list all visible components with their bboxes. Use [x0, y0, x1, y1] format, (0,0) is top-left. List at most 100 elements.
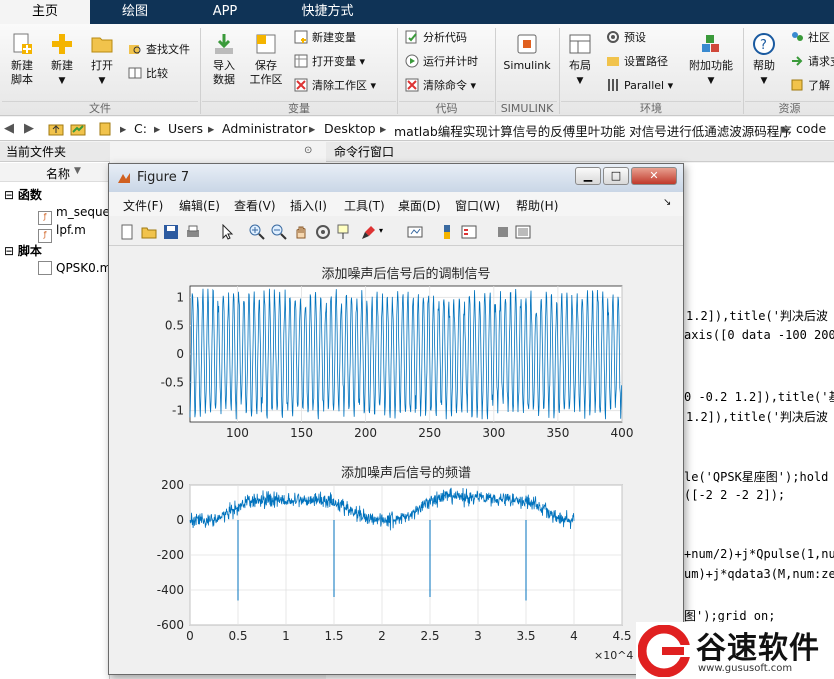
logo-mark-icon [638, 625, 694, 677]
forward-arrow-icon[interactable]: ▶ [24, 121, 34, 136]
data-cursor-icon[interactable] [337, 224, 353, 240]
import-data-button[interactable]: 导入 数据 [204, 32, 244, 87]
y-tick-label: 1 [176, 290, 184, 304]
new-figure-icon[interactable] [119, 224, 135, 240]
file-item[interactable]: ƒ m_seque [38, 205, 110, 225]
column-name[interactable]: 名称 [46, 165, 70, 182]
breadcrumb-users[interactable]: Users [168, 121, 203, 136]
minimize-button[interactable]: ▁ [575, 167, 601, 185]
menu-insert[interactable]: 插入(I) [290, 197, 327, 214]
help-button[interactable]: ? 帮助 ▼ [746, 32, 782, 88]
menu-desktop[interactable]: 桌面(D) [398, 197, 441, 214]
chart-title: 添加噪声后信号的频谱 [341, 465, 471, 481]
file-name: lpf.m [56, 223, 86, 237]
breadcrumb-desktop[interactable]: Desktop [324, 121, 376, 136]
back-arrow-icon[interactable]: ◀ [4, 121, 14, 136]
browse-folder-icon[interactable] [70, 121, 86, 137]
legend-icon[interactable] [461, 224, 477, 240]
parallel-button[interactable]: Parallel ▾ [606, 78, 673, 96]
clear-workspace-button[interactable]: 清除工作区 ▾ [294, 78, 376, 96]
plot-area: 100 150 200 250 300 350 400 -1 -0.5 0 0.5 1 添加噪声后信号后… [109, 247, 683, 674]
maximize-button[interactable]: □ [603, 167, 629, 185]
new-variable-button[interactable]: 新建变量 [294, 30, 356, 48]
command-line: ([-2 2 -2 2]); [684, 488, 786, 502]
breadcrumb-code[interactable]: code [796, 121, 826, 136]
community-button[interactable]: 社区 [790, 30, 830, 48]
open-button[interactable]: 打开 ▼ [84, 32, 120, 88]
up-folder-icon[interactable] [48, 121, 64, 137]
rotate-3d-icon[interactable] [315, 224, 331, 240]
learn-button[interactable]: 了解 [790, 78, 830, 96]
layout-button[interactable]: 布局 ▼ [562, 32, 598, 88]
section-simulink: SIMULINK [497, 101, 557, 115]
open-file-icon[interactable] [141, 224, 157, 240]
x-tick-label: 0.5 [228, 629, 247, 643]
new-script-icon [13, 33, 32, 54]
brush-dropdown-chevron-icon[interactable]: ▾ [379, 226, 383, 235]
y-tick-label: -600 [157, 618, 184, 632]
group-scripts[interactable]: ⊟ 脚本 [4, 242, 42, 259]
find-files-button[interactable]: 查找文件 [128, 42, 190, 60]
preferences-button[interactable]: 预设 [606, 30, 646, 48]
pointer-icon[interactable] [219, 224, 235, 240]
compare-button[interactable]: 比较 [128, 66, 168, 84]
menu-view[interactable]: 查看(V) [234, 197, 276, 214]
tab-shortcuts[interactable]: 快捷方式 [270, 0, 385, 24]
breadcrumb-drive[interactable]: C: [134, 121, 147, 136]
show-tools-icon[interactable] [515, 224, 531, 240]
print-icon[interactable] [185, 224, 201, 240]
run-and-time-button[interactable]: 运行并计时 [405, 54, 478, 72]
set-path-button[interactable]: 设置路径 [606, 54, 668, 72]
request-support-button[interactable]: 请求支 [790, 54, 834, 72]
group-functions[interactable]: ⊟ 函数 [4, 186, 42, 203]
x-tick-label: 1.5 [324, 629, 343, 643]
pan-hand-icon[interactable] [293, 224, 309, 240]
panel-collapse-chevron-icon[interactable]: ⊙ [304, 145, 312, 156]
save-workspace-button[interactable]: 保存 工作区 [246, 32, 286, 87]
tab-plots[interactable]: 绘图 [90, 0, 180, 24]
menu-tools[interactable]: 工具(T) [344, 197, 385, 214]
breadcrumb-administrator[interactable]: Administrator [222, 121, 307, 136]
menu-window[interactable]: 窗口(W) [455, 197, 500, 214]
command-line: um)+j*qdata3(M,num:zer [684, 567, 834, 581]
current-folder-title: 当前文件夹 [0, 142, 110, 162]
menu-help[interactable]: 帮助(H) [516, 197, 558, 214]
simulink-icon [517, 34, 537, 54]
link-plot-icon[interactable] [407, 224, 423, 240]
menu-file[interactable]: 文件(F) [123, 197, 163, 214]
command-line: le('QPSK星座图');hold o [684, 470, 834, 484]
clear-commands-button[interactable]: 清除命令 ▾ [405, 78, 476, 96]
x-tick-label: 200 [354, 426, 377, 440]
dock-arrow-icon[interactable]: ↘ [663, 197, 671, 208]
breadcrumb-project-folder[interactable]: matlab编程实现计算信号的反傅里叶功能 对信号进行低通滤波源码程序 [394, 121, 792, 140]
ribbon-divider [559, 28, 560, 114]
tab-home[interactable]: 主页 [0, 0, 90, 24]
parallel-icon [608, 79, 618, 91]
save-icon[interactable] [163, 224, 179, 240]
figure-canvas[interactable]: 100 150 200 250 300 350 400-1-0.500.51添加噪声后信号后… [109, 247, 683, 674]
hide-tools-icon[interactable] [495, 224, 511, 240]
m-file-icon: ƒ [38, 229, 52, 243]
new-button[interactable]: 新建 ▼ [44, 32, 80, 88]
colorbar-icon[interactable] [439, 224, 455, 240]
zoom-out-icon[interactable] [271, 224, 287, 240]
analyze-code-button[interactable]: 分析代码 [405, 30, 467, 48]
menu-edit[interactable]: 编辑(E) [179, 197, 220, 214]
y-tick-label: 0 [176, 347, 184, 361]
figure-title-bar[interactable]: Figure 7 ▁ □ ✕ [109, 164, 683, 192]
zoom-in-icon[interactable] [249, 224, 265, 240]
file-item[interactable]: QPSK0.m [38, 261, 111, 275]
file-item[interactable]: ƒ lpf.m [38, 223, 86, 243]
new-script-button[interactable]: 新建 脚本 [4, 32, 40, 87]
brush-icon[interactable] [361, 224, 377, 240]
sort-chevron-icon[interactable]: ▼ [74, 166, 81, 176]
simulink-button[interactable]: Simulink [500, 32, 554, 73]
open-variable-button[interactable]: 打开变量 ▾ [294, 54, 365, 72]
watermark-logo: 谷速软件 www.gususoft.com [636, 622, 834, 679]
script-file-icon [38, 261, 52, 275]
tab-apps[interactable]: APP [180, 0, 270, 24]
command-line: axis([0 data -100 200] [684, 328, 834, 342]
command-line: 0 -0.2 1.2]),title('基 [684, 390, 834, 404]
close-button[interactable]: ✕ [631, 167, 677, 185]
addons-button[interactable]: 附加功能 ▼ [686, 32, 736, 88]
